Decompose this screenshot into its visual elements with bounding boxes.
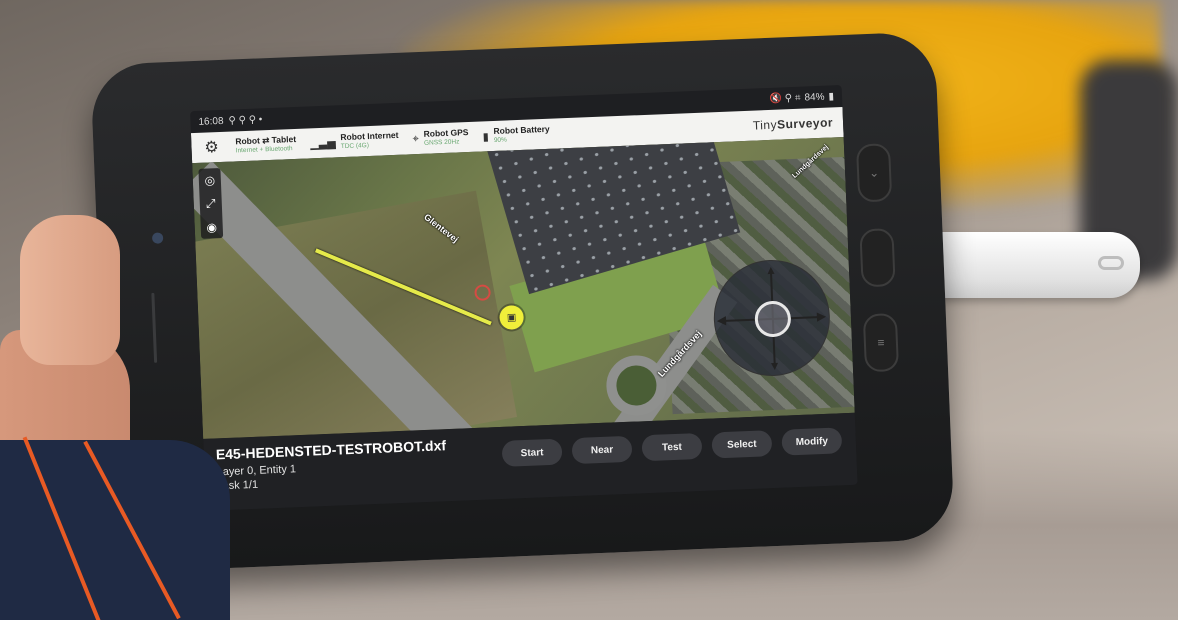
locate-icon[interactable]: ◎ bbox=[204, 173, 215, 187]
robot-tablet-status[interactable]: Robot ⇄ Tablet Internet + Bluetooth bbox=[235, 134, 297, 156]
modify-button[interactable]: Modify bbox=[781, 427, 843, 456]
hardware-button-power[interactable] bbox=[859, 228, 896, 288]
status-time: 16:08 bbox=[198, 115, 224, 128]
arrow-up-icon[interactable]: ▲ bbox=[765, 263, 777, 277]
app-screen: 16:08 ⚲ ⚲ ⚲ • 🔇 ⚲ ⌗ 84% ▮ ⚙ Robot ⇄ Tabl… bbox=[190, 85, 858, 511]
tablet-grip-line bbox=[151, 292, 158, 363]
satellite-icon: ⌖ bbox=[412, 132, 420, 145]
hardware-button-volume[interactable]: ⌄ bbox=[855, 143, 893, 203]
usb-stick bbox=[930, 232, 1140, 298]
jacket-sleeve bbox=[0, 440, 230, 620]
near-button[interactable]: Near bbox=[571, 435, 633, 465]
status-right-icons: 🔇 ⚲ ⌗ bbox=[769, 92, 801, 105]
battery-icon: ▮ bbox=[482, 130, 489, 143]
status-left-icons: ⚲ ⚲ ⚲ • bbox=[228, 113, 263, 127]
robot-icon: ▣ bbox=[506, 311, 517, 324]
front-camera bbox=[151, 232, 164, 244]
start-button[interactable]: Start bbox=[501, 438, 563, 467]
gear-icon[interactable]: ⚙ bbox=[201, 137, 222, 158]
brand-suffix: Surveyor bbox=[776, 115, 834, 132]
brand-prefix: Tiny bbox=[752, 117, 778, 133]
robot-gps-subtitle: GNSS 20Hz bbox=[423, 138, 460, 147]
robot-internet-status[interactable]: ▁▃▅ Robot Internet TDC (4G) bbox=[310, 130, 399, 154]
compass-icon[interactable]: ◉ bbox=[206, 220, 217, 234]
robot-gps-status[interactable]: ⌖ Robot GPS GNSS 20Hz bbox=[412, 127, 469, 149]
robot-tablet-subtitle: Internet + Bluetooth bbox=[235, 145, 293, 155]
robot-battery-status[interactable]: ▮ Robot Battery 90% bbox=[482, 124, 550, 147]
robot-internet-subtitle: TDC (4G) bbox=[340, 142, 370, 151]
signal-icon: ▁▃▅ bbox=[310, 136, 336, 150]
test-button[interactable]: Test bbox=[641, 432, 703, 462]
battery-icon: ▮ bbox=[828, 90, 835, 103]
usb-hole bbox=[1098, 256, 1124, 270]
map-toolbar: ◎ ⤢ ◉ bbox=[198, 168, 224, 239]
joystick-knob[interactable] bbox=[754, 300, 792, 338]
robot-battery-subtitle: 90% bbox=[493, 136, 508, 145]
satellite-map[interactable]: Glentevej Lundgårdsvej Lundgårdsvej ▣ ◎ … bbox=[192, 136, 855, 439]
status-battery-percent: 84% bbox=[804, 91, 825, 104]
arrow-right-icon[interactable]: ▶ bbox=[817, 309, 827, 323]
arrow-down-icon[interactable]: ▼ bbox=[768, 359, 780, 373]
hardware-button-home[interactable]: ≡ bbox=[862, 312, 900, 373]
select-button[interactable]: Select bbox=[711, 430, 773, 459]
arrow-left-icon[interactable]: ◀ bbox=[717, 313, 727, 327]
app-brand-logo: TinySurveyor bbox=[753, 115, 834, 132]
expand-icon[interactable]: ⤢ bbox=[206, 196, 216, 211]
hand-thumb bbox=[20, 215, 120, 365]
